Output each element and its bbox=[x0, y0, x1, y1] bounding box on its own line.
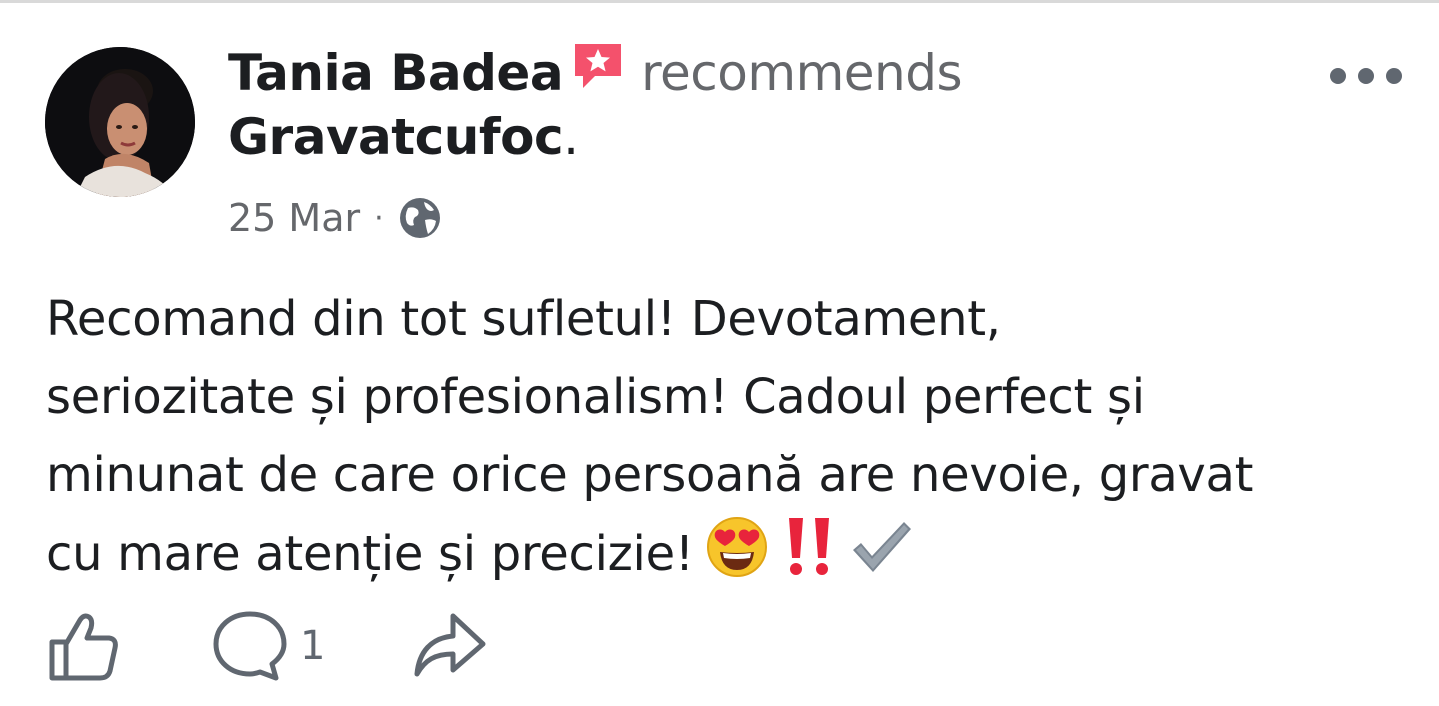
share-icon bbox=[414, 613, 486, 677]
like-button[interactable] bbox=[46, 608, 122, 684]
top-divider bbox=[0, 0, 1439, 3]
more-dot bbox=[1358, 68, 1374, 84]
post-body-line: Recomand din tot sufletul! Devotament, bbox=[46, 291, 1001, 347]
post-meta: 25 Mar · bbox=[228, 192, 442, 244]
more-options-button[interactable] bbox=[1330, 60, 1402, 92]
post-header: Tania Badea recommends Gravatcufoc. bbox=[228, 38, 1288, 169]
period: . bbox=[563, 108, 579, 166]
post-body-line: cu mare atenție și precizie! bbox=[46, 526, 694, 582]
comment-icon bbox=[213, 611, 287, 681]
comment-count: 1 bbox=[300, 623, 326, 669]
globe-icon[interactable] bbox=[398, 196, 442, 240]
page-name-link[interactable]: Gravatcufoc bbox=[228, 108, 564, 166]
author-name[interactable]: Tania Badea bbox=[228, 44, 564, 102]
author-avatar[interactable] bbox=[45, 47, 195, 197]
check-mark-emoji bbox=[852, 522, 911, 572]
post-timestamp[interactable]: 25 Mar bbox=[228, 196, 360, 240]
post-body-line: minunat de care orice persoană are nevoi… bbox=[46, 447, 1254, 503]
action-text: recommends bbox=[641, 44, 963, 102]
page-line: Gravatcufoc. bbox=[228, 105, 1288, 169]
post-actions: 1 bbox=[46, 608, 489, 684]
post-body: Recomand din tot sufletul! Devotament, s… bbox=[46, 280, 1406, 593]
more-dot bbox=[1386, 68, 1402, 84]
avatar-photo bbox=[45, 47, 195, 197]
post-body-line: seriozitate și profesionalism! Cadoul pe… bbox=[46, 369, 1145, 425]
recommend-badge-icon bbox=[575, 44, 622, 88]
thumbs-up-icon bbox=[49, 613, 118, 681]
post-body-line-last: cu mare atenție și precizie! bbox=[46, 514, 1406, 593]
double-exclamation-emoji bbox=[788, 518, 829, 575]
post-title-line: Tania Badea recommends bbox=[228, 38, 1288, 105]
share-button[interactable] bbox=[413, 608, 489, 684]
emoji-group bbox=[704, 514, 914, 580]
comment-button[interactable]: 1 bbox=[212, 608, 325, 684]
meta-separator: · bbox=[374, 200, 384, 236]
more-dot bbox=[1330, 68, 1346, 84]
heart-eyes-emoji bbox=[706, 517, 767, 577]
